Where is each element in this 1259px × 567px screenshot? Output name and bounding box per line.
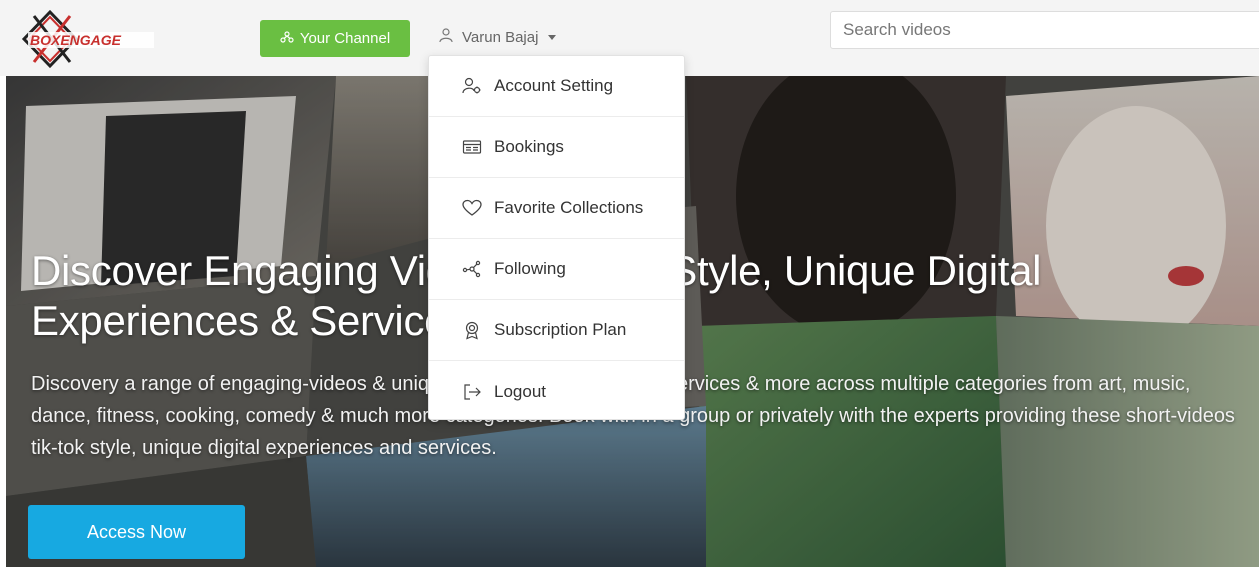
logo-text: BOXENGAGE xyxy=(30,32,122,48)
user-name: Varun Bajaj xyxy=(462,28,539,46)
menu-item-bookings[interactable]: Bookings xyxy=(429,117,684,178)
menu-item-label: Logout xyxy=(494,381,546,401)
boxengage-logo[interactable]: BOXENGAGE xyxy=(12,8,162,70)
menu-item-label: Subscription Plan xyxy=(494,320,627,339)
user-gear-icon xyxy=(462,76,482,96)
user-menu-toggle[interactable]: Varun Bajaj xyxy=(438,22,557,52)
chevron-down-icon xyxy=(548,34,557,40)
ticket-icon xyxy=(462,137,482,157)
menu-item-favorite-collections[interactable]: Favorite Collections xyxy=(429,178,684,239)
user-icon xyxy=(438,27,454,47)
menu-item-account-setting[interactable]: Account Setting xyxy=(429,56,684,117)
menu-item-label: Following xyxy=(494,259,566,278)
menu-item-label: Favorite Collections xyxy=(494,198,644,217)
your-channel-button[interactable]: Your Channel xyxy=(260,20,410,57)
your-channel-label: Your Channel xyxy=(299,30,391,47)
menu-item-subscription-plan[interactable]: Subscription Plan xyxy=(429,300,684,361)
menu-item-label: Account Setting xyxy=(494,76,614,95)
search-input[interactable] xyxy=(830,11,1259,49)
user-dropdown-menu: Account Setting Bookings Favorite Collec… xyxy=(428,55,685,420)
badge-icon xyxy=(462,320,482,340)
access-now-button[interactable]: Access Now xyxy=(28,505,245,559)
menu-item-logout[interactable]: Logout xyxy=(429,361,684,422)
network-icon xyxy=(462,259,482,279)
channel-icon xyxy=(280,30,294,48)
menu-item-label: Bookings xyxy=(494,137,564,156)
heart-icon xyxy=(462,198,482,218)
menu-item-following[interactable]: Following xyxy=(429,239,684,300)
logout-icon xyxy=(462,382,482,402)
